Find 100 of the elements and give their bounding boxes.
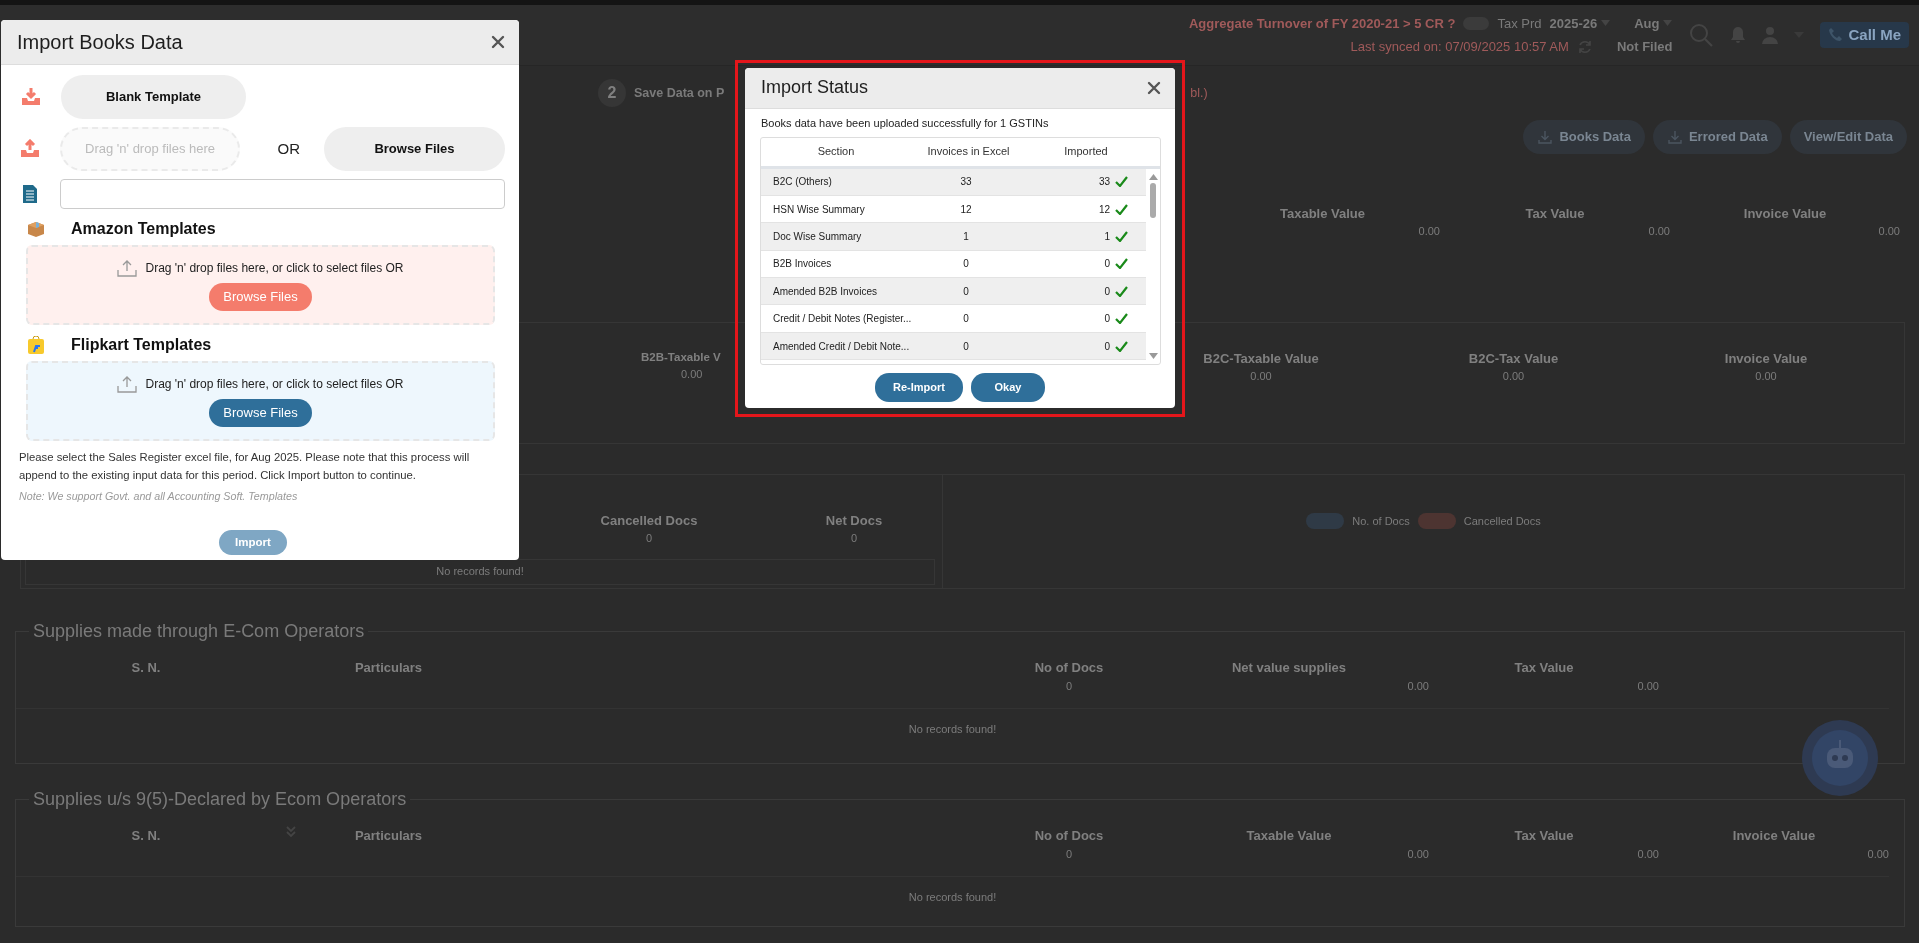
- check-icon: [1115, 203, 1128, 215]
- metric-label: B2B-Taxable V: [641, 349, 721, 365]
- metric-value: 0: [645, 531, 653, 546]
- step-label-fragment: bl.): [1190, 84, 1208, 102]
- box-icon: [27, 221, 45, 237]
- table-cell-text: 0: [1104, 257, 1110, 272]
- table-cell-text: Credit / Debit Notes (Register...: [772, 312, 911, 327]
- re-import-button[interactable]: Re-Import: [875, 372, 963, 402]
- metric-value: 0.00: [1647, 224, 1670, 239]
- search-icon[interactable]: [1688, 22, 1715, 48]
- close-button[interactable]: [489, 33, 507, 51]
- drop-zone[interactable]: Drag 'n' drop files here, or click to select files OR Browse Files: [26, 245, 495, 325]
- column-value: 0.00: [1866, 846, 1889, 862]
- table-cell-text: HSN Wise Summary: [772, 202, 866, 217]
- metric-value: 0: [850, 531, 858, 546]
- drop-zone[interactable]: Drag 'n' drop files here, or click to select files OR Browse Files: [26, 361, 495, 441]
- download-tray-icon: [21, 87, 41, 107]
- column-header: Particulars: [353, 827, 424, 846]
- table-cell-text: 0: [962, 339, 970, 354]
- column-header: Tax Value: [1513, 659, 1575, 678]
- note-text: Note: We support Govt. and all Accounting Soft. Templates: [19, 489, 299, 504]
- column-header: No of Docs: [1033, 659, 1105, 678]
- drop-zone-text: Drag 'n' drop files here, or click to select files OR: [145, 376, 404, 394]
- table-cell-text: 0: [962, 284, 970, 299]
- year-select[interactable]: 2025-26: [1549, 13, 1611, 33]
- browse-files-button[interactable]: Browse Files: [323, 127, 505, 171]
- table-cell-text: Doc Wise Summary: [772, 229, 863, 244]
- metric-value: 0.00: [1877, 224, 1900, 239]
- drop-zone-text: Drag 'n' drop files here, or click to select files OR: [145, 260, 404, 278]
- table-cell-text: Amended B2B Invoices: [772, 284, 878, 299]
- metric-label: Taxable Value: [1279, 204, 1366, 223]
- metric-label: Invoice Value: [1742, 204, 1828, 223]
- check-icon: [1115, 313, 1128, 325]
- browse-files-button[interactable]: Browse Files: [209, 399, 312, 427]
- check-icon: [1115, 285, 1128, 297]
- table-cell-text: 33: [1098, 175, 1110, 190]
- metric-value: 0.00: [1755, 369, 1777, 384]
- metric-value: 0.00: [681, 366, 703, 382]
- legend-label: No. of Docs: [1352, 513, 1410, 529]
- check-icon: [1115, 230, 1128, 242]
- document-icon: [22, 184, 39, 204]
- tax-period-label: Tax Prd: [1497, 14, 1542, 33]
- column-header: Taxable Value: [1245, 827, 1333, 846]
- status-message: Books data have been uploaded successfully for 1 GSTINs: [761, 116, 1050, 131]
- step-number: 2: [598, 79, 626, 107]
- empty-message: No records found!: [908, 723, 997, 736]
- browse-files-button[interactable]: Browse Files: [209, 283, 312, 311]
- file-name-field[interactable]: [59, 179, 505, 209]
- metric-label: B2C-Tax Value: [1468, 349, 1559, 368]
- double-chevron-icon[interactable]: [285, 826, 297, 839]
- column-value: 0: [1064, 678, 1074, 694]
- column-header: Invoices in Excel: [926, 144, 1011, 160]
- column-header: Particulars: [353, 659, 424, 678]
- upload-icon: [117, 375, 138, 394]
- table-cell-text: 0: [962, 257, 970, 272]
- blank-template-button[interactable]: Blank Template: [61, 75, 246, 119]
- check-icon: [1115, 340, 1128, 352]
- column-header: Invoice Value: [1731, 827, 1817, 846]
- table-cell-text: B2B Invoices: [772, 257, 833, 272]
- column-header: Net value supplies: [1230, 659, 1348, 678]
- column-header: S. N.: [130, 827, 162, 846]
- scroll-down-icon[interactable]: [1148, 352, 1158, 359]
- download-button[interactable]: Books Data: [1523, 120, 1645, 154]
- table-cell-text: 12: [1098, 202, 1110, 217]
- last-synced-text: Last synced on: 07/09/2025 10:57 AM: [1350, 38, 1569, 56]
- column-value: 0.00: [1636, 846, 1659, 862]
- view-button[interactable]: View/Edit Data: [1789, 120, 1907, 154]
- empty-message: No records found!: [436, 564, 524, 580]
- close-icon: [491, 35, 505, 49]
- column-value: 0: [1064, 846, 1074, 862]
- table-cell-text: 0: [1104, 312, 1110, 327]
- month-select[interactable]: Aug: [1634, 13, 1673, 33]
- download-button[interactable]: Errored Data: [1652, 120, 1782, 154]
- shopping-bag-icon: [27, 336, 45, 354]
- metric-label: Tax Value: [1524, 204, 1586, 223]
- template-heading: Amazon Templates: [71, 219, 216, 239]
- column-header: Tax Value: [1513, 827, 1575, 846]
- empty-message: No records found!: [908, 891, 997, 904]
- legend-label: Cancelled Docs: [1463, 513, 1541, 529]
- chatbot-icon[interactable]: [1800, 718, 1880, 798]
- download-icon: [1666, 128, 1683, 145]
- column-value: 0.00: [1406, 678, 1429, 694]
- scrollbar-thumb[interactable]: [1150, 182, 1156, 218]
- refresh-icon[interactable]: [1576, 38, 1593, 55]
- template-heading: Flipkart Templates: [71, 335, 212, 355]
- step-label: Save Data on P: [634, 84, 725, 102]
- column-header: No of Docs: [1033, 827, 1105, 846]
- download-icon: [1537, 128, 1554, 145]
- call-me-button[interactable]: Call Me: [1820, 21, 1909, 49]
- table-cell-text: 33: [959, 175, 973, 190]
- metric-value: 0.00: [1502, 369, 1525, 384]
- table-cell-text: B2C (Others): [772, 175, 833, 190]
- okay-button[interactable]: Okay: [971, 372, 1045, 402]
- metric-label: B2C-Taxable Value: [1203, 349, 1319, 368]
- modal-title: Import Books Data: [17, 30, 183, 54]
- close-button[interactable]: [1145, 79, 1163, 97]
- scroll-up-icon[interactable]: [1148, 173, 1158, 180]
- table-cell-text: 1: [1104, 229, 1110, 244]
- table-cell-text: 0: [1104, 284, 1110, 299]
- metric-label: Invoice Value: [1724, 349, 1808, 368]
